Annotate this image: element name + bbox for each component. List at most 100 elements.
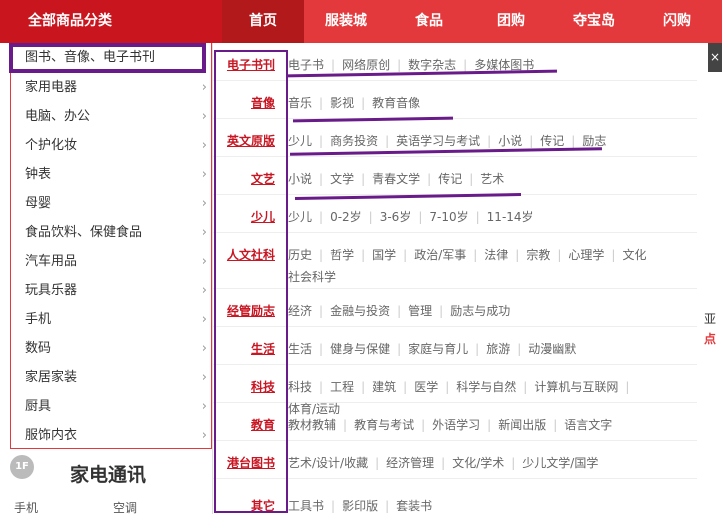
subcategory-link[interactable]: 家庭与育儿 [408, 342, 468, 356]
highlight-box [214, 50, 288, 513]
subcategory-link[interactable]: 11-14岁 [487, 210, 534, 224]
subcategory-link[interactable]: 传记 [540, 134, 564, 148]
subcategory-link[interactable]: 英语学习与考试 [396, 134, 480, 148]
subcategory-link[interactable]: 套装书 [396, 499, 432, 513]
category-item-kitchen[interactable]: 厨具 › [11, 392, 211, 421]
nav-item-treasure[interactable]: 夺宝岛 [552, 0, 636, 43]
subcategory-links: 工具书 | 影印版 | 套装书 [288, 499, 433, 513]
subcategory-link[interactable]: 经济 [288, 304, 312, 318]
subcategory-link[interactable]: 科技 [288, 380, 312, 394]
subcategory-link[interactable]: 旅游 [486, 342, 510, 356]
subcategory-link[interactable]: 国学 [372, 248, 396, 262]
floor-link-phones[interactable]: 手机 [14, 499, 38, 514]
category-item-auto[interactable]: 汽车用品 › [11, 247, 211, 276]
category-label: 食品饮料、保健食品 [25, 225, 143, 240]
category-label: 钟表 [25, 167, 52, 182]
subcategory-link[interactable]: 生活 [288, 342, 312, 356]
subcategory-link[interactable]: 经济管理 [386, 456, 434, 470]
category-item-appliances[interactable]: 家用电器 › [11, 73, 211, 102]
category-item-food-health[interactable]: 食品饮料、保健食品 › [11, 218, 211, 247]
subcategory-link[interactable]: 哲学 [330, 248, 354, 262]
subcategory-link[interactable]: 外语学习 [432, 418, 480, 432]
subcategory-link[interactable]: 社会科学 [288, 270, 336, 284]
category-item-phones[interactable]: 手机 › [11, 305, 211, 334]
subcategory-link[interactable]: 心理学 [568, 248, 604, 262]
subcategory-link[interactable]: 少儿文学/国学 [522, 456, 598, 470]
category-label: 母婴 [25, 196, 52, 211]
subcategory-link[interactable]: 政治/军事 [414, 248, 466, 262]
subcategory-link[interactable]: 影印版 [342, 499, 378, 513]
category-item-baby[interactable]: 母婴 › [11, 189, 211, 218]
category-list: 图书、音像、电子书刊 家用电器 › 电脑、办公 › 个护化妆 › 钟表 › 母婴 › 食品… [9, 43, 212, 450]
subcategory-link[interactable]: 3-6岁 [380, 210, 412, 224]
nav-item-flash-sale[interactable]: 闪购 [636, 0, 718, 43]
subcategory-link[interactable]: 动漫幽默 [528, 342, 576, 356]
subcategory-link[interactable]: 教育音像 [372, 96, 420, 110]
right-edge-text: 亚 [704, 312, 717, 326]
subcategory-link[interactable]: 法律 [484, 248, 508, 262]
subcategory-link[interactable]: 工具书 [288, 499, 324, 513]
all-categories-label[interactable]: 全部商品分类 [0, 0, 222, 43]
nav-item-groupbuy[interactable]: 团购 [470, 0, 552, 43]
subcategory-link[interactable]: 建筑 [372, 380, 396, 394]
category-item-computers[interactable]: 电脑、办公 › [11, 102, 211, 131]
subcategory-links: 经济 | 金融与投资 | 管理 | 励志与成功 [288, 304, 511, 318]
subcategory-link[interactable]: 小说 [498, 134, 522, 148]
category-item-watches[interactable]: 钟表 › [11, 160, 211, 189]
category-item-home[interactable]: 家居家装 › [11, 363, 211, 392]
subcategory-link[interactable]: 7-10岁 [429, 210, 468, 224]
chevron-right-icon: › [201, 109, 207, 124]
subcategory-link[interactable]: 宗教 [526, 248, 550, 262]
category-item-apparel[interactable]: 服饰内衣 › [11, 421, 211, 450]
subcategory-link[interactable]: 励志 [582, 134, 606, 148]
subcategory-link[interactable]: 历史 [288, 248, 312, 262]
nav-item-food[interactable]: 食品 [388, 0, 470, 43]
category-label: 家用电器 [25, 80, 78, 95]
subcategory-link[interactable]: 文学 [330, 172, 354, 186]
category-label: 汽车用品 [25, 254, 78, 269]
subcategory-link[interactable]: 管理 [408, 304, 432, 318]
category-label: 玩具乐器 [25, 283, 78, 298]
subcategory-link[interactable]: 励志与成功 [450, 304, 510, 318]
subcategory-link[interactable]: 0-2岁 [330, 210, 362, 224]
subcategory-link[interactable]: 新闻出版 [498, 418, 546, 432]
subcategory-link[interactable]: 工程 [330, 380, 354, 394]
subcategory-link[interactable]: 少儿 [288, 134, 312, 148]
subcategory-link[interactable]: 教育与考试 [354, 418, 414, 432]
category-item-digital[interactable]: 数码 › [11, 334, 211, 363]
nav-item-home[interactable]: 首页 [222, 0, 304, 43]
subcategory-link[interactable]: 健身与保健 [330, 342, 390, 356]
subcategory-link[interactable]: 音乐 [288, 96, 312, 110]
category-label: 数码 [25, 341, 52, 356]
subcategory-link[interactable]: 文化 [622, 248, 646, 262]
floor-title: 家电通讯 [70, 464, 147, 486]
subcategory-link[interactable]: 教材教辅 [288, 418, 336, 432]
category-item-personal-care[interactable]: 个护化妆 › [11, 131, 211, 160]
subcategory-links: 小说 | 文学 | 青春文学 | 传记 | 艺术 [288, 172, 505, 186]
subcategory-link[interactable]: 科学与自然 [456, 380, 516, 394]
subcategory-link[interactable]: 文化/学术 [452, 456, 504, 470]
nav-item-clothing[interactable]: 服装城 [304, 0, 388, 43]
subcategory-link[interactable]: 金融与投资 [330, 304, 390, 318]
subcategory-links: 生活 | 健身与保健 | 家庭与育儿 | 旅游 | 动漫幽默 [288, 342, 577, 356]
subcategory-link[interactable]: 青春文学 [372, 172, 420, 186]
category-item-books[interactable]: 图书、音像、电子书刊 [9, 43, 206, 73]
close-icon[interactable]: × [708, 43, 722, 72]
subcategory-link[interactable]: 影视 [330, 96, 354, 110]
floor-link-aircon[interactable]: 空调 [113, 499, 137, 514]
subcategory-link[interactable]: 网络原创 [342, 58, 390, 72]
subcategory-link[interactable]: 语言文字 [564, 418, 612, 432]
subcategory-link[interactable]: 小说 [288, 172, 312, 186]
subcategory-link[interactable]: 计算机与互联网 [534, 380, 618, 394]
subcategory-link[interactable]: 商务投资 [330, 134, 378, 148]
category-item-toys[interactable]: 玩具乐器 › [11, 276, 211, 305]
subcategory-link[interactable]: 数字杂志 [408, 58, 456, 72]
subcategory-link[interactable]: 电子书 [288, 58, 324, 72]
subcategory-link[interactable]: 艺术 [480, 172, 504, 186]
subcategory-links: 音乐 | 影视 | 教育音像 [288, 96, 421, 110]
subcategory-link[interactable]: 少儿 [288, 210, 312, 224]
subcategory-link[interactable]: 艺术/设计/收藏 [288, 456, 368, 470]
subcategory-link[interactable]: 医学 [414, 380, 438, 394]
category-label: 图书、音像、电子书刊 [25, 50, 156, 65]
subcategory-link[interactable]: 传记 [438, 172, 462, 186]
